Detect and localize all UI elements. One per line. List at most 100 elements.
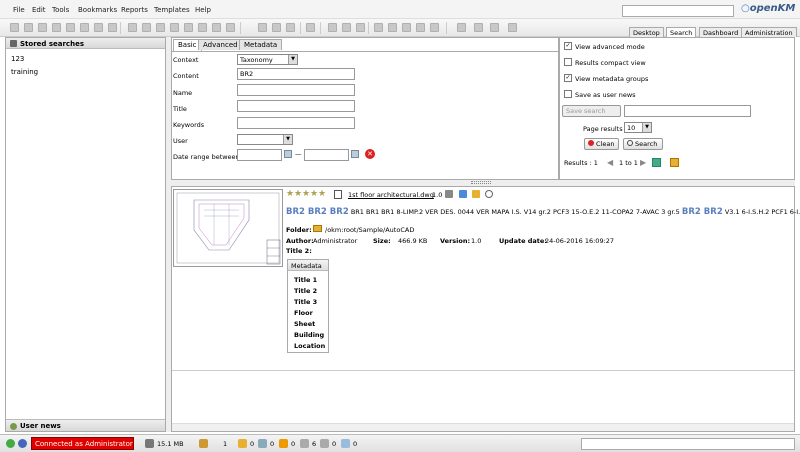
toolbar-add-document-icon[interactable] (52, 23, 61, 32)
checkout-docs-icon[interactable] (258, 439, 267, 448)
toolbar-scanner-icon[interactable] (272, 23, 281, 32)
rating-star-icon[interactable]: ★ (302, 189, 310, 199)
toolbar-mail-icon[interactable] (306, 23, 315, 32)
download-icon[interactable] (459, 190, 467, 198)
calendar-icon[interactable] (284, 150, 292, 158)
toolbar-add-folder-icon[interactable] (38, 23, 47, 32)
toolbar-forward-icon[interactable] (490, 23, 499, 32)
toolbar-home-icon[interactable] (388, 23, 397, 32)
toolbar-user-icon[interactable] (508, 23, 517, 32)
title-input[interactable] (237, 100, 355, 112)
keyword-text: BR1 BR1 BR1 8-LIMP.2 VER DES. 0044 VER M… (350, 208, 680, 216)
rating-star-icon[interactable]: ★ (294, 189, 302, 199)
save-user-news-checkbox[interactable] (564, 90, 572, 98)
update-date-value: 24-06-2016 16:09:27 (545, 237, 615, 245)
toolbar-notes-icon[interactable] (212, 23, 221, 32)
package-icon[interactable] (670, 158, 679, 167)
export-results-icon[interactable] (652, 158, 661, 167)
rating-star-icon[interactable]: ★ (286, 189, 294, 199)
calendar-icon[interactable] (351, 150, 359, 158)
messages-icon[interactable] (341, 439, 350, 448)
tab-dashboard[interactable]: Dashboard (699, 27, 743, 37)
stored-search-item[interactable]: training (11, 68, 38, 76)
tab-administration[interactable]: Administration (741, 27, 797, 37)
result-filename-link[interactable]: 1st floor architectural.dwg (348, 191, 434, 199)
toolbar-copy-icon[interactable] (94, 23, 103, 32)
toolbar-back-icon[interactable] (457, 23, 466, 32)
metadata-tab[interactable]: Metadata (288, 260, 328, 271)
toolbar-refresh-icon[interactable] (374, 23, 383, 32)
toolbar-find-similar-icon[interactable] (430, 23, 439, 32)
toolbar-move-icon[interactable] (108, 23, 117, 32)
horizontal-scrollbar[interactable] (172, 423, 794, 431)
tab-search[interactable]: Search (666, 27, 697, 37)
next-page-icon[interactable]: ▶ (640, 158, 646, 167)
toolbar-add-bookmark-icon[interactable] (402, 23, 411, 32)
stored-search-item[interactable]: 123 (11, 55, 24, 63)
clear-dates-icon[interactable]: ✕ (365, 149, 375, 159)
stored-searches-header[interactable]: Stored searches (6, 38, 165, 49)
context-select[interactable]: Taxonomy ▼ (237, 54, 298, 65)
toolbar-subscribe-icon[interactable] (226, 23, 235, 32)
toolbar-uploader-icon[interactable] (286, 23, 295, 32)
rating-star-icon[interactable]: ★ (310, 189, 318, 199)
preview-icon[interactable] (485, 190, 493, 198)
view-metadata-checkbox[interactable]: ✓ (564, 74, 572, 82)
toolbar-checkout-icon[interactable] (128, 23, 137, 32)
subscriptions-icon[interactable] (279, 439, 288, 448)
toolbar-property-group-icon[interactable] (328, 23, 337, 32)
open-folder-icon[interactable] (472, 190, 480, 198)
content-input[interactable]: BR2 (237, 68, 355, 80)
toolbar-download-icon[interactable] (66, 23, 75, 32)
tab-desktop[interactable]: Desktop (629, 27, 664, 37)
rating-star-icon[interactable]: ★ (318, 189, 326, 199)
page-results-select[interactable]: 10 ▼ (624, 122, 652, 133)
toolbar-unlock-icon[interactable] (24, 23, 33, 32)
menu-help[interactable]: Help (195, 6, 211, 14)
refresh-icon[interactable] (6, 439, 15, 448)
toolbar-print-icon[interactable] (198, 23, 207, 32)
workflow-icon[interactable] (320, 439, 329, 448)
save-search-button[interactable]: Save search (562, 105, 621, 117)
folder-path-link[interactable]: /okm:root/Sample/AutoCAD (325, 226, 414, 234)
user-select[interactable]: ▼ (237, 134, 293, 145)
results-compact-checkbox[interactable] (564, 58, 572, 66)
author-label: Author: (286, 237, 314, 245)
search-button[interactable]: Search (623, 138, 663, 150)
toolbar-stop-icon[interactable] (474, 23, 483, 32)
toolbar-properties-icon[interactable] (184, 23, 193, 32)
toolbar-delete-icon[interactable] (80, 23, 89, 32)
toolbar-lock-icon[interactable] (10, 23, 19, 32)
menu-edit[interactable]: Edit (32, 6, 46, 14)
save-search-name-input[interactable] (624, 105, 751, 117)
toolbar-separator (320, 22, 321, 34)
keywords-input[interactable] (237, 117, 355, 129)
toolbar-remove-group-icon[interactable] (342, 23, 351, 32)
toolbar-workflow-icon[interactable] (258, 23, 267, 32)
menu-bar: File Edit Tools Bookmarks Reports Templa… (0, 0, 800, 19)
toolbar-checkin-icon[interactable] (142, 23, 151, 32)
tab-metadata[interactable]: Metadata (239, 39, 283, 50)
menu-reports[interactable]: Reports (121, 6, 148, 14)
menu-file[interactable]: File (13, 6, 25, 14)
document-thumbnail[interactable] (173, 189, 283, 267)
news-icon[interactable] (300, 439, 309, 448)
toolbar-rename-icon[interactable] (170, 23, 179, 32)
view-advanced-checkbox[interactable]: ✓ (564, 42, 572, 50)
quick-search-input[interactable] (622, 5, 734, 17)
menu-templates[interactable]: Templates (154, 6, 190, 14)
toolbar-export-icon[interactable] (356, 23, 365, 32)
date-to-input[interactable] (304, 149, 349, 161)
size-label: Size: (373, 237, 391, 245)
name-input[interactable] (237, 84, 355, 96)
clean-button[interactable]: Clean (584, 138, 619, 150)
menu-bookmarks[interactable]: Bookmarks (78, 6, 117, 14)
locked-docs-icon[interactable] (238, 439, 247, 448)
toolbar-cancel-edit-icon[interactable] (156, 23, 165, 32)
menu-tools[interactable]: Tools (52, 6, 69, 14)
previous-page-icon[interactable]: ◀ (607, 158, 613, 167)
user-news-header[interactable]: User news (6, 419, 165, 431)
date-from-input[interactable] (237, 149, 282, 161)
tab-advanced[interactable]: Advanced (198, 39, 243, 50)
toolbar-mass-actions-icon[interactable] (416, 23, 425, 32)
